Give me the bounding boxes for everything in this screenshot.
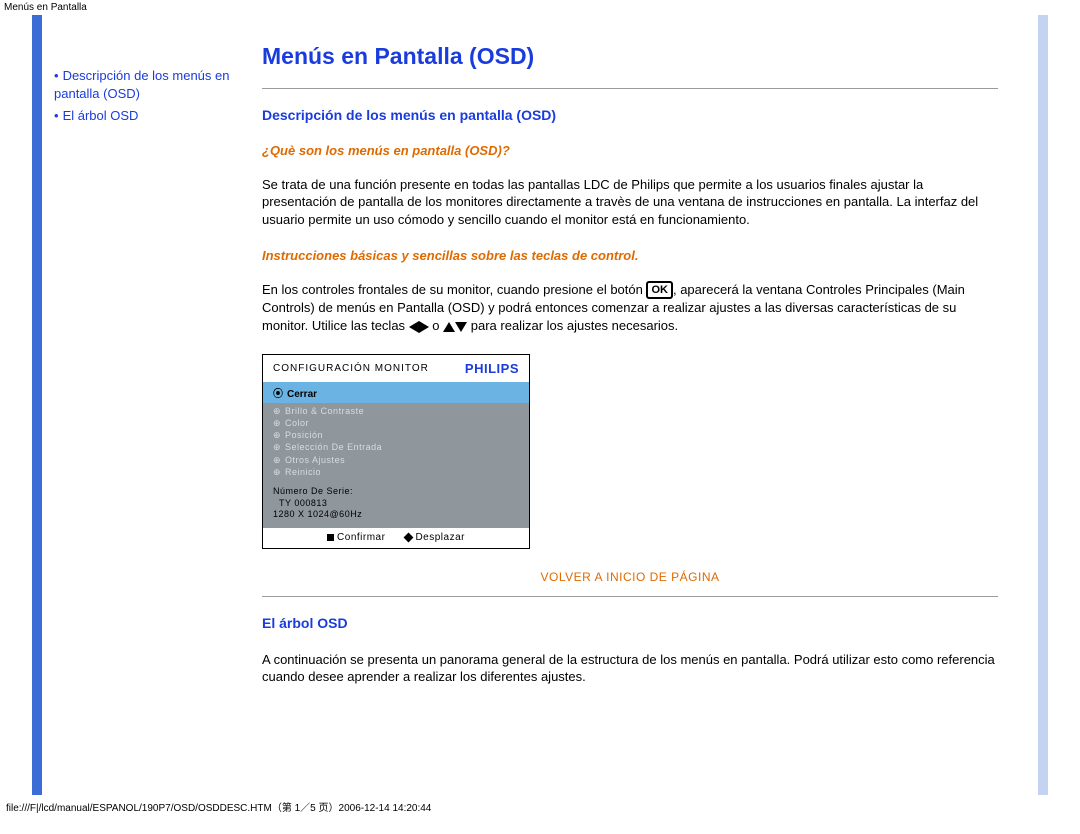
osd-item: ⊕Selección De Entrada — [273, 441, 519, 453]
osd-item: ⊕Otros Ajustes — [273, 454, 519, 466]
ok-button-icon: OK — [646, 281, 673, 299]
footer-path: file:///F|/lcd/manual/ESPANOL/190P7/OSD/… — [0, 795, 1080, 818]
bullet-icon: • — [54, 108, 59, 123]
left-right-arrows-icon — [409, 319, 429, 333]
page-header: Menús en Pantalla — [0, 0, 1080, 15]
osd-scroll: Desplazar — [405, 532, 465, 543]
osd-info: Número De Serie: TY 000813 1280 X 1024@6… — [263, 484, 529, 527]
osd-config-label: CONFIGURACIÓN MONITOR — [273, 363, 429, 374]
osd-header: CONFIGURACIÓN MONITOR PHILIPS — [263, 355, 529, 382]
text-span: En los controles frontales de su monitor… — [262, 282, 646, 297]
osd-item: ⊕Posición — [273, 429, 519, 441]
main-content: Menús en Pantalla (OSD) Descripción de l… — [252, 15, 1038, 795]
back-to-top-link[interactable]: VOLVER A INICIO DE PÁGINA — [541, 570, 720, 584]
diamond-icon — [404, 532, 414, 542]
section-heading-desc: Descripción de los menús en pantalla (OS… — [262, 107, 998, 123]
sidebar-item-tree[interactable]: • El árbol OSD — [54, 107, 240, 125]
osd-menu-list: ⊕Brillo & Contraste ⊕Color ⊕Posición ⊕Se… — [263, 403, 529, 484]
osd-item: ⊕Reinicio — [273, 466, 519, 478]
sidebar-item-desc[interactable]: •Descripción de los menús en pantalla (O… — [54, 67, 240, 103]
up-down-arrows-icon — [443, 320, 467, 333]
back-to-top[interactable]: VOLVER A INICIO DE PÁGINA — [262, 569, 998, 584]
paragraph-controls: En los controles frontales de su monitor… — [262, 281, 998, 334]
osd-resolution: 1280 X 1024@60Hz — [273, 509, 519, 521]
page-title: Menús en Pantalla (OSD) — [262, 43, 998, 70]
subheading-what: ¿Què son los menús en pantalla (OSD)? — [262, 143, 998, 158]
osd-serial-label: Número De Serie: — [273, 486, 519, 498]
osd-item: ⊕Color — [273, 417, 519, 429]
bullet-icon: • — [54, 68, 59, 83]
osd-item: ⊕Brillo & Contraste — [273, 405, 519, 417]
text-span: para realizar los ajustes necesarios. — [471, 318, 678, 333]
osd-serial-value: TY 000813 — [273, 498, 519, 510]
content-frame: •Descripción de los menús en pantalla (O… — [32, 15, 1048, 795]
subheading-instructions: Instrucciones básicas y sencillas sobre … — [262, 248, 998, 263]
sidebar-link-tree[interactable]: El árbol OSD — [63, 108, 139, 123]
paragraph-tree: A continuación se presenta un panorama g… — [262, 651, 998, 686]
page-container: •Descripción de los menús en pantalla (O… — [0, 15, 1080, 795]
osd-active-label: Cerrar — [287, 389, 317, 400]
osd-body: ⦿Cerrar ⊕Brillo & Contraste ⊕Color ⊕Posi… — [263, 382, 529, 527]
philips-logo: PHILIPS — [465, 361, 519, 376]
divider — [262, 88, 998, 89]
osd-footer: Confirmar Desplazar — [263, 527, 529, 548]
square-icon — [327, 534, 334, 541]
section-heading-tree: El árbol OSD — [262, 615, 998, 631]
osd-confirm: Confirmar — [327, 532, 385, 543]
text-span: o — [432, 318, 443, 333]
sidebar: •Descripción de los menús en pantalla (O… — [42, 15, 252, 795]
divider — [262, 596, 998, 597]
sidebar-link-desc[interactable]: Descripción de los menús en pantalla (OS… — [54, 68, 229, 101]
osd-active-item: ⦿Cerrar — [263, 382, 529, 403]
paragraph-desc: Se trata de una función presente en toda… — [262, 176, 998, 228]
osd-screenshot: CONFIGURACIÓN MONITOR PHILIPS ⦿Cerrar ⊕B… — [262, 354, 530, 549]
